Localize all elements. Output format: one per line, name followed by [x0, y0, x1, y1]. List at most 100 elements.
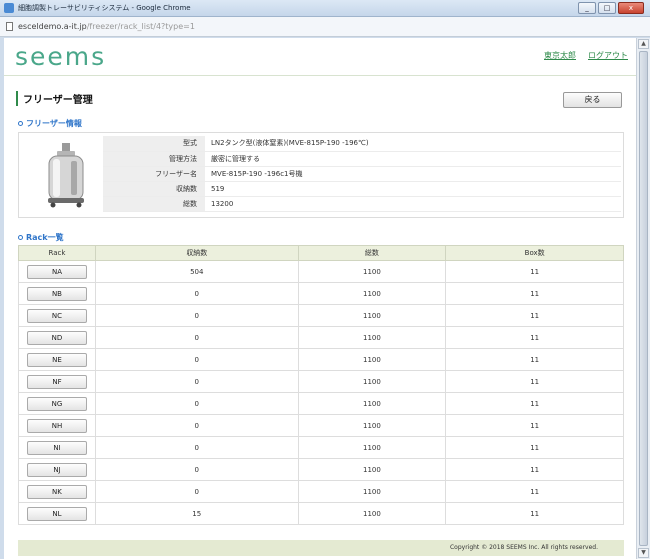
table-row: NJ 0 1100 11: [18, 458, 624, 481]
total-cell: 1100: [297, 480, 447, 503]
maximize-button[interactable]: □: [598, 2, 616, 14]
rack-table-body: NA 504 1100 11 NB 0 1100 11 NC 0 1100 11 ND 0 1100 1…: [18, 260, 624, 525]
minimize-button[interactable]: _: [578, 2, 596, 14]
table-row: NK 0 1100 11: [18, 480, 624, 503]
logout-link[interactable]: ログアウト: [588, 50, 628, 61]
table-row: NG 0 1100 11: [18, 392, 624, 415]
boxes-cell: 11: [445, 458, 624, 481]
scroll-up-arrow-icon[interactable]: ▲: [638, 39, 649, 49]
rack-button[interactable]: NE: [26, 352, 87, 367]
rack-button[interactable]: NH: [26, 418, 87, 433]
total-cell: 1100: [297, 414, 447, 437]
freezer-info-panel: 型式 LN2タンク型(液体窒素)(MVE-815P-190 -196℃) 管理方…: [18, 132, 624, 218]
stored-cell: 15: [94, 502, 299, 525]
total-cell: 1100: [297, 392, 447, 415]
total-cell: 1100: [297, 436, 447, 459]
boxes-cell: 11: [445, 326, 624, 349]
page-icon: [6, 22, 13, 31]
window-titlebar: 細胞調製トレーサビリティシステム - Google Chrome _ □ x: [0, 0, 650, 17]
copyright-text: Copyright © 2018 SEEMS Inc. All rights r…: [449, 544, 598, 551]
address-bar[interactable]: esceldemo.a-it.jp/freezer/rack_list/4?ty…: [0, 17, 650, 37]
url-text[interactable]: esceldemo.a-it.jp/freezer/rack_list/4?ty…: [18, 22, 195, 31]
close-button[interactable]: x: [618, 2, 644, 14]
boxes-cell: 11: [445, 282, 624, 305]
total-cell: 1100: [297, 260, 447, 283]
rack-button[interactable]: NC: [26, 308, 87, 323]
table-row: NL 15 1100 11: [18, 502, 624, 525]
table-row: ND 0 1100 11: [18, 326, 624, 349]
total-cell: 1100: [297, 458, 447, 481]
rack-button[interactable]: NK: [26, 484, 87, 499]
url-path: /freezer/rack_list/4?type=1: [86, 22, 195, 31]
rack-button[interactable]: NL: [26, 506, 87, 521]
chrome-app-icon: [4, 3, 14, 13]
info-value: 厳密に管理する: [205, 151, 621, 167]
total-cell: 1100: [297, 348, 447, 371]
col-boxes: Box数: [445, 245, 624, 261]
stored-cell: 0: [94, 304, 299, 327]
stored-cell: 0: [94, 480, 299, 503]
info-row-type: 型式 LN2タンク型(液体窒素)(MVE-815P-190 -196℃): [103, 136, 621, 152]
table-row: NF 0 1100 11: [18, 370, 624, 393]
table-row: NI 0 1100 11: [18, 436, 624, 459]
col-total: 総数: [297, 245, 447, 261]
table-row: NA 504 1100 11: [18, 260, 624, 283]
boxes-cell: 11: [445, 304, 624, 327]
rack-button[interactable]: NB: [26, 286, 87, 301]
total-cell: 1100: [297, 326, 447, 349]
stored-cell: 0: [94, 436, 299, 459]
rack-button[interactable]: NA: [26, 264, 87, 279]
bullet-icon: [18, 235, 23, 240]
boxes-cell: 11: [445, 392, 624, 415]
total-cell: 1100: [297, 370, 447, 393]
page-content: seems 東京太郎 ログアウト フリーザー管理 戻る フリーザー情報 型式 L…: [4, 38, 636, 559]
user-name-link[interactable]: 東京太郎: [544, 50, 576, 61]
vertical-scrollbar[interactable]: ▲ ▼: [636, 38, 650, 559]
boxes-cell: 11: [445, 370, 624, 393]
rack-table-header: Rack 収納数 総数 Box数: [18, 245, 624, 261]
rack-button[interactable]: NG: [26, 396, 87, 411]
info-value: 13200: [205, 196, 621, 212]
freezer-tank-image: [48, 143, 84, 208]
info-label: 総数: [103, 196, 205, 212]
stored-cell: 504: [94, 260, 299, 283]
rack-button[interactable]: NI: [26, 440, 87, 455]
table-row: NB 0 1100 11: [18, 282, 624, 305]
info-label: 収納数: [103, 181, 205, 197]
stored-cell: 0: [94, 392, 299, 415]
rack-list-heading-text: Rack一覧: [26, 233, 64, 242]
page-footer: Copyright © 2018 SEEMS Inc. All rights r…: [18, 540, 624, 556]
info-row-name: フリーザー名 MVE-815P-190 -196c1号機: [103, 166, 621, 182]
url-host: esceldemo.a-it.jp: [18, 22, 87, 31]
info-value: LN2タンク型(液体窒素)(MVE-815P-190 -196℃): [205, 136, 621, 152]
table-row: NE 0 1100 11: [18, 348, 624, 371]
boxes-cell: 11: [445, 480, 624, 503]
total-cell: 1100: [297, 304, 447, 327]
info-row-total: 総数 13200: [103, 196, 621, 212]
window-title: 細胞調製トレーサビリティシステム - Google Chrome: [18, 4, 191, 12]
rack-table: Rack 収納数 総数 Box数 NA 504 1100 11 NB 0 1100 11 N…: [18, 245, 624, 525]
rack-button[interactable]: ND: [26, 330, 87, 345]
seems-logo[interactable]: seems: [15, 42, 106, 71]
stored-cell: 0: [94, 282, 299, 305]
info-value: 519: [205, 181, 621, 197]
scrollbar-thumb[interactable]: [639, 51, 648, 546]
boxes-cell: 11: [445, 502, 624, 525]
back-button[interactable]: 戻る: [563, 92, 622, 108]
stored-cell: 0: [94, 348, 299, 371]
boxes-cell: 11: [445, 348, 624, 371]
freezer-info-table: 型式 LN2タンク型(液体窒素)(MVE-815P-190 -196℃) 管理方…: [103, 136, 621, 212]
table-row: NC 0 1100 11: [18, 304, 624, 327]
info-value: MVE-815P-190 -196c1号機: [205, 166, 621, 182]
window-controls: _ □ x: [578, 2, 644, 14]
total-cell: 1100: [297, 282, 447, 305]
scroll-down-arrow-icon[interactable]: ▼: [638, 548, 649, 558]
total-cell: 1100: [297, 502, 447, 525]
stored-cell: 0: [94, 458, 299, 481]
stored-cell: 0: [94, 326, 299, 349]
info-label: 管理方法: [103, 151, 205, 167]
rack-button[interactable]: NF: [26, 374, 87, 389]
rack-button[interactable]: NJ: [26, 462, 87, 477]
stored-cell: 0: [94, 370, 299, 393]
freezer-info-heading-text: フリーザー情報: [26, 119, 82, 128]
